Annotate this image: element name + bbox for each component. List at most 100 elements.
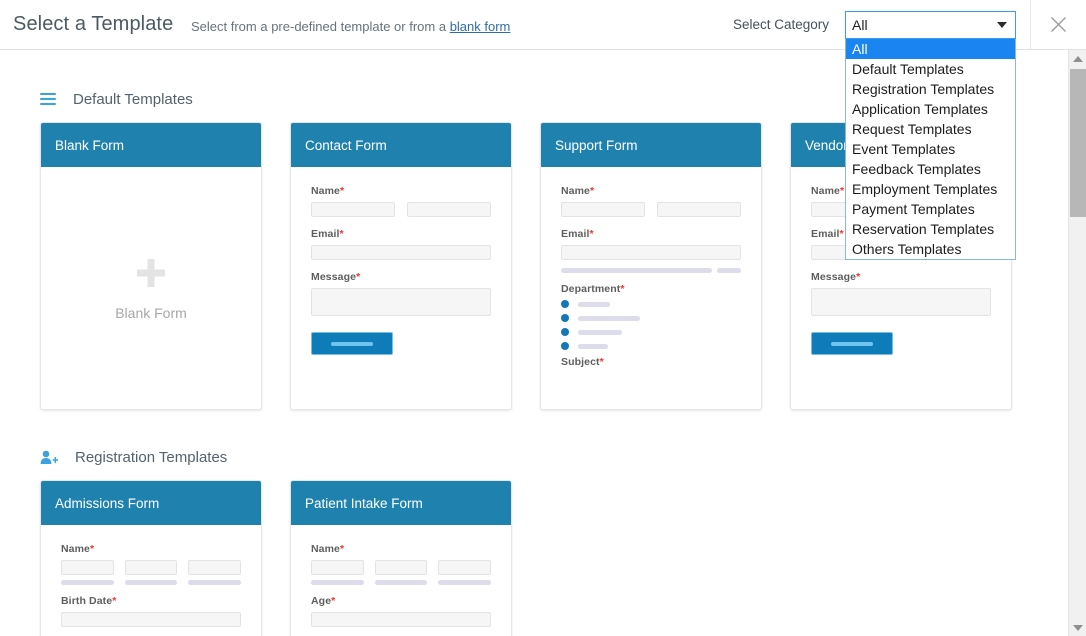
category-option[interactable]: Payment Templates [846, 199, 1015, 219]
age-input[interactable] [311, 612, 491, 627]
field-label-department: Department* [561, 283, 625, 295]
card-title: Support Form [541, 123, 761, 167]
field-label-message: Message* [811, 271, 861, 283]
name-last-input[interactable] [407, 202, 491, 217]
category-option[interactable]: Default Templates [846, 59, 1015, 79]
name-middle-group [124, 560, 178, 585]
sub-label-bar [311, 580, 364, 585]
sub-label-bar [438, 580, 492, 585]
sub-label-bar [124, 580, 178, 585]
blank-form-link[interactable]: blank form [450, 19, 511, 34]
field-label-subject: Subject* [561, 356, 604, 368]
card-preview: Name* Birth Date* Gender* [41, 525, 261, 636]
card-preview: Name* Age* Preferred Name or Nickname [291, 525, 511, 636]
name-last-input[interactable] [438, 560, 492, 575]
name-middle-input[interactable] [124, 560, 178, 575]
template-card-support-form[interactable]: Support Form Name* Email* Department* Su… [540, 122, 762, 410]
category-option[interactable]: Employment Templates [846, 179, 1015, 199]
radio-option[interactable] [561, 328, 741, 336]
category-option[interactable]: Feedback Templates [846, 159, 1015, 179]
radio-icon [561, 300, 569, 308]
message-textarea[interactable] [811, 288, 991, 316]
placeholder-bar [717, 268, 741, 273]
user-plus-icon [40, 450, 58, 465]
card-preview: Name* Email* Message* [291, 167, 511, 355]
radio-label-bar [578, 315, 640, 321]
field-label-name: Name* [561, 185, 595, 197]
radio-option[interactable] [561, 314, 741, 322]
radio-option[interactable] [561, 300, 741, 308]
card-title: Contact Form [291, 123, 511, 167]
name-last-group [188, 560, 242, 585]
name-first-input[interactable] [311, 560, 364, 575]
name-last-group [438, 560, 492, 585]
category-option[interactable]: Registration Templates [846, 79, 1015, 99]
field-label-message: Message* [311, 271, 361, 283]
email-input[interactable] [311, 245, 491, 260]
category-option[interactable]: Application Templates [846, 99, 1015, 119]
section-title-registration: Registration Templates [75, 448, 228, 466]
sub-label-bar [374, 580, 428, 585]
email-input[interactable] [561, 245, 741, 260]
category-option[interactable]: Request Templates [846, 119, 1015, 139]
field-label-name: Name* [61, 543, 95, 555]
name-first-group [311, 560, 364, 585]
submit-button-bar [831, 341, 873, 346]
template-card-blank-form[interactable]: Blank Form Blank Form [40, 122, 262, 410]
name-input-row [311, 560, 492, 585]
name-first-input[interactable] [561, 202, 645, 217]
category-option-list[interactable]: All Default Templates Registration Templat… [845, 39, 1016, 260]
category-option[interactable]: Event Templates [846, 139, 1015, 159]
name-first-input[interactable] [311, 202, 395, 217]
header-subtitle: Select from a pre-defined template or fr… [191, 19, 510, 34]
category-select-value: All [852, 17, 868, 33]
placeholder-bar [561, 268, 712, 273]
scroll-thumb[interactable] [1070, 69, 1086, 217]
hamburger-icon [40, 92, 56, 106]
category-select[interactable]: All All Default Templates Registration Tem… [845, 11, 1016, 260]
submit-button[interactable] [811, 332, 893, 355]
field-label-birth-date: Birth Date* [61, 595, 117, 607]
name-middle-input[interactable] [374, 560, 428, 575]
field-label-email: Email* [311, 228, 344, 240]
close-icon [1050, 16, 1067, 33]
card-preview: Name* Email* Department* Subject* [541, 167, 761, 368]
name-input-row [561, 202, 741, 217]
name-last-input[interactable] [657, 202, 741, 217]
vertical-scrollbar[interactable] [1068, 50, 1086, 636]
category-option[interactable]: All [846, 39, 1015, 59]
name-last-input[interactable] [188, 560, 242, 575]
radio-option[interactable] [561, 342, 741, 350]
page-title: Select a Template [13, 13, 174, 35]
category-select-box[interactable]: All [845, 11, 1016, 39]
template-card-patient-intake-form[interactable]: Patient Intake Form Name* Age* Preferred… [290, 480, 512, 636]
category-option[interactable]: Reservation Templates [846, 219, 1015, 239]
chevron-down-icon [997, 22, 1007, 28]
message-textarea[interactable] [311, 288, 491, 316]
arrow-up-icon [1072, 55, 1083, 62]
template-card-admissions-form[interactable]: Admissions Form Name* Birth Date* Gender… [40, 480, 262, 636]
scroll-down-button[interactable] [1069, 619, 1086, 636]
name-input-row [311, 202, 491, 217]
sub-label-bar [61, 580, 114, 585]
name-input-row [61, 560, 242, 585]
blank-form-placeholder-text: Blank Form [115, 305, 187, 321]
birth-date-input[interactable] [61, 612, 241, 627]
card-title: Patient Intake Form [291, 481, 511, 525]
name-middle-group [374, 560, 428, 585]
category-option[interactable]: Others Templates [846, 239, 1015, 259]
section-header-registration-templates: Registration Templates [40, 446, 227, 468]
scroll-up-button[interactable] [1069, 50, 1086, 67]
field-label-name: Name* [311, 543, 345, 555]
field-label-email: Email* [561, 228, 594, 240]
radio-icon [561, 328, 569, 336]
submit-button[interactable] [311, 332, 393, 355]
plus-icon [134, 256, 168, 295]
name-first-input[interactable] [61, 560, 114, 575]
template-card-contact-form[interactable]: Contact Form Name* Email* Message* [290, 122, 512, 410]
name-first-group [61, 560, 114, 585]
section-title-default: Default Templates [73, 90, 193, 108]
close-button[interactable] [1030, 0, 1086, 49]
submit-button-bar [331, 341, 373, 346]
card-title: Admissions Form [41, 481, 261, 525]
